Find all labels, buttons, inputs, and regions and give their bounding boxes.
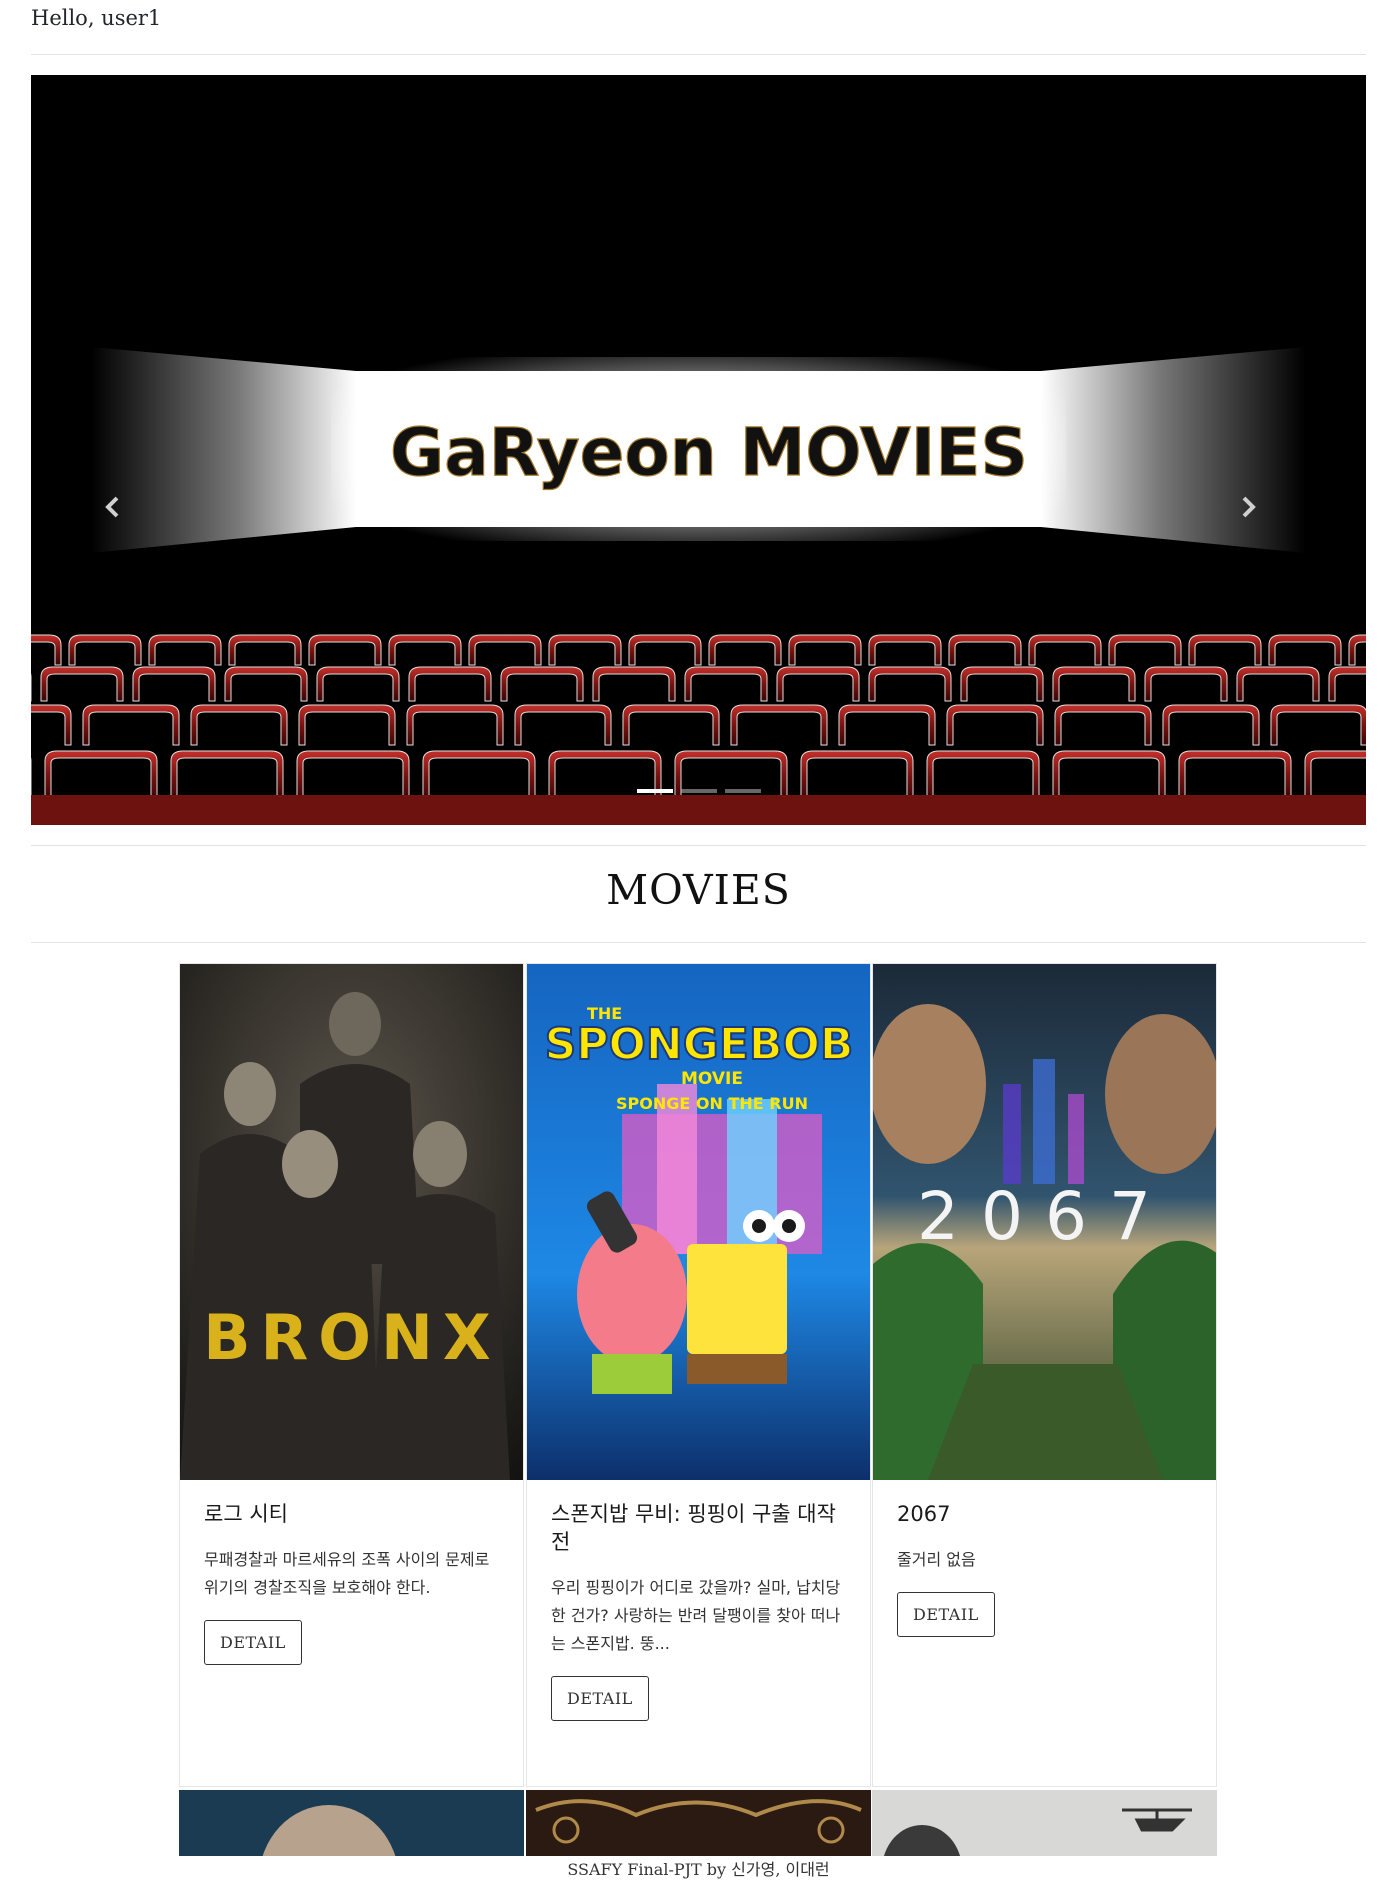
movie-title: 2067 bbox=[897, 1502, 951, 1526]
movie-poster[interactable] bbox=[179, 1790, 524, 1856]
chevron-right-icon bbox=[1242, 496, 1256, 518]
detail-button[interactable]: DETAIL bbox=[897, 1592, 995, 1637]
movie-description: 무패경찰과 마르세유의 조폭 사이의 문제로 위기의 경찰조직을 보호해야 한다… bbox=[204, 1550, 490, 1597]
movie-title: 스폰지밥 무비: 핑핑이 구출 대작전 bbox=[551, 1502, 836, 1554]
hero-carousel: GaRyeon MOVIES bbox=[31, 75, 1366, 825]
carousel-indicator-3[interactable] bbox=[724, 789, 761, 793]
poster-tagline-text: SPONGE ON THE RUN bbox=[616, 1094, 808, 1113]
movie-poster[interactable] bbox=[526, 1790, 871, 1856]
cinema-banner-image: GaRyeon MOVIES bbox=[31, 75, 1366, 825]
movie-poster[interactable]: 2067 bbox=[873, 964, 1216, 1480]
section-title: MOVIES bbox=[606, 866, 791, 914]
divider bbox=[31, 942, 1366, 943]
banner-title: GaRyeon MOVIES bbox=[390, 414, 1028, 491]
detail-button[interactable]: DETAIL bbox=[204, 1620, 302, 1665]
movie-poster[interactable]: BRONX bbox=[180, 964, 523, 1480]
carousel-indicator-2[interactable] bbox=[680, 789, 717, 793]
poster-movie-text: MOVIE bbox=[681, 1069, 743, 1089]
movie-card: THE SPONGEBOB MOVIE SPONGE ON THE RUN 스폰… bbox=[526, 963, 871, 1787]
carousel-next-button[interactable] bbox=[1236, 495, 1296, 555]
divider bbox=[31, 54, 1366, 55]
poster-title-text: BRONX bbox=[203, 1301, 500, 1374]
movie-poster[interactable] bbox=[872, 1790, 1217, 1856]
stage-floor bbox=[31, 795, 1366, 825]
greeting: Hello, user1 bbox=[31, 6, 162, 30]
movie-description: 줄거리 없음 bbox=[897, 1550, 976, 1569]
movie-card: 2067 2067 줄거리 없음 DETAIL bbox=[872, 963, 1217, 1787]
carousel-indicator-1[interactable] bbox=[636, 789, 673, 793]
movie-description: 우리 핑핑이가 어디로 갔을까? 실마, 납치당한 건가? 사랑하는 반려 달팽… bbox=[551, 1578, 841, 1653]
movie-poster[interactable]: THE SPONGEBOB MOVIE SPONGE ON THE RUN bbox=[527, 964, 870, 1480]
footer: SSAFY Final-PJT by 신가영, 이대런 bbox=[0, 1856, 1397, 1884]
poster-title-text: SPONGEBOB bbox=[545, 1019, 854, 1070]
divider bbox=[31, 845, 1366, 846]
carousel-indicators bbox=[0, 789, 1397, 793]
chevron-left-icon bbox=[105, 496, 119, 518]
detail-button[interactable]: DETAIL bbox=[551, 1676, 649, 1721]
movie-title: 로그 시티 bbox=[204, 1502, 288, 1526]
poster-title-text: 2067 bbox=[917, 1178, 1173, 1255]
movie-card: BRONX 로그 시티 무패경찰과 마르세유의 조폭 사이의 문제로 위기의 경… bbox=[179, 963, 524, 1787]
carousel-prev-button[interactable] bbox=[101, 495, 161, 555]
